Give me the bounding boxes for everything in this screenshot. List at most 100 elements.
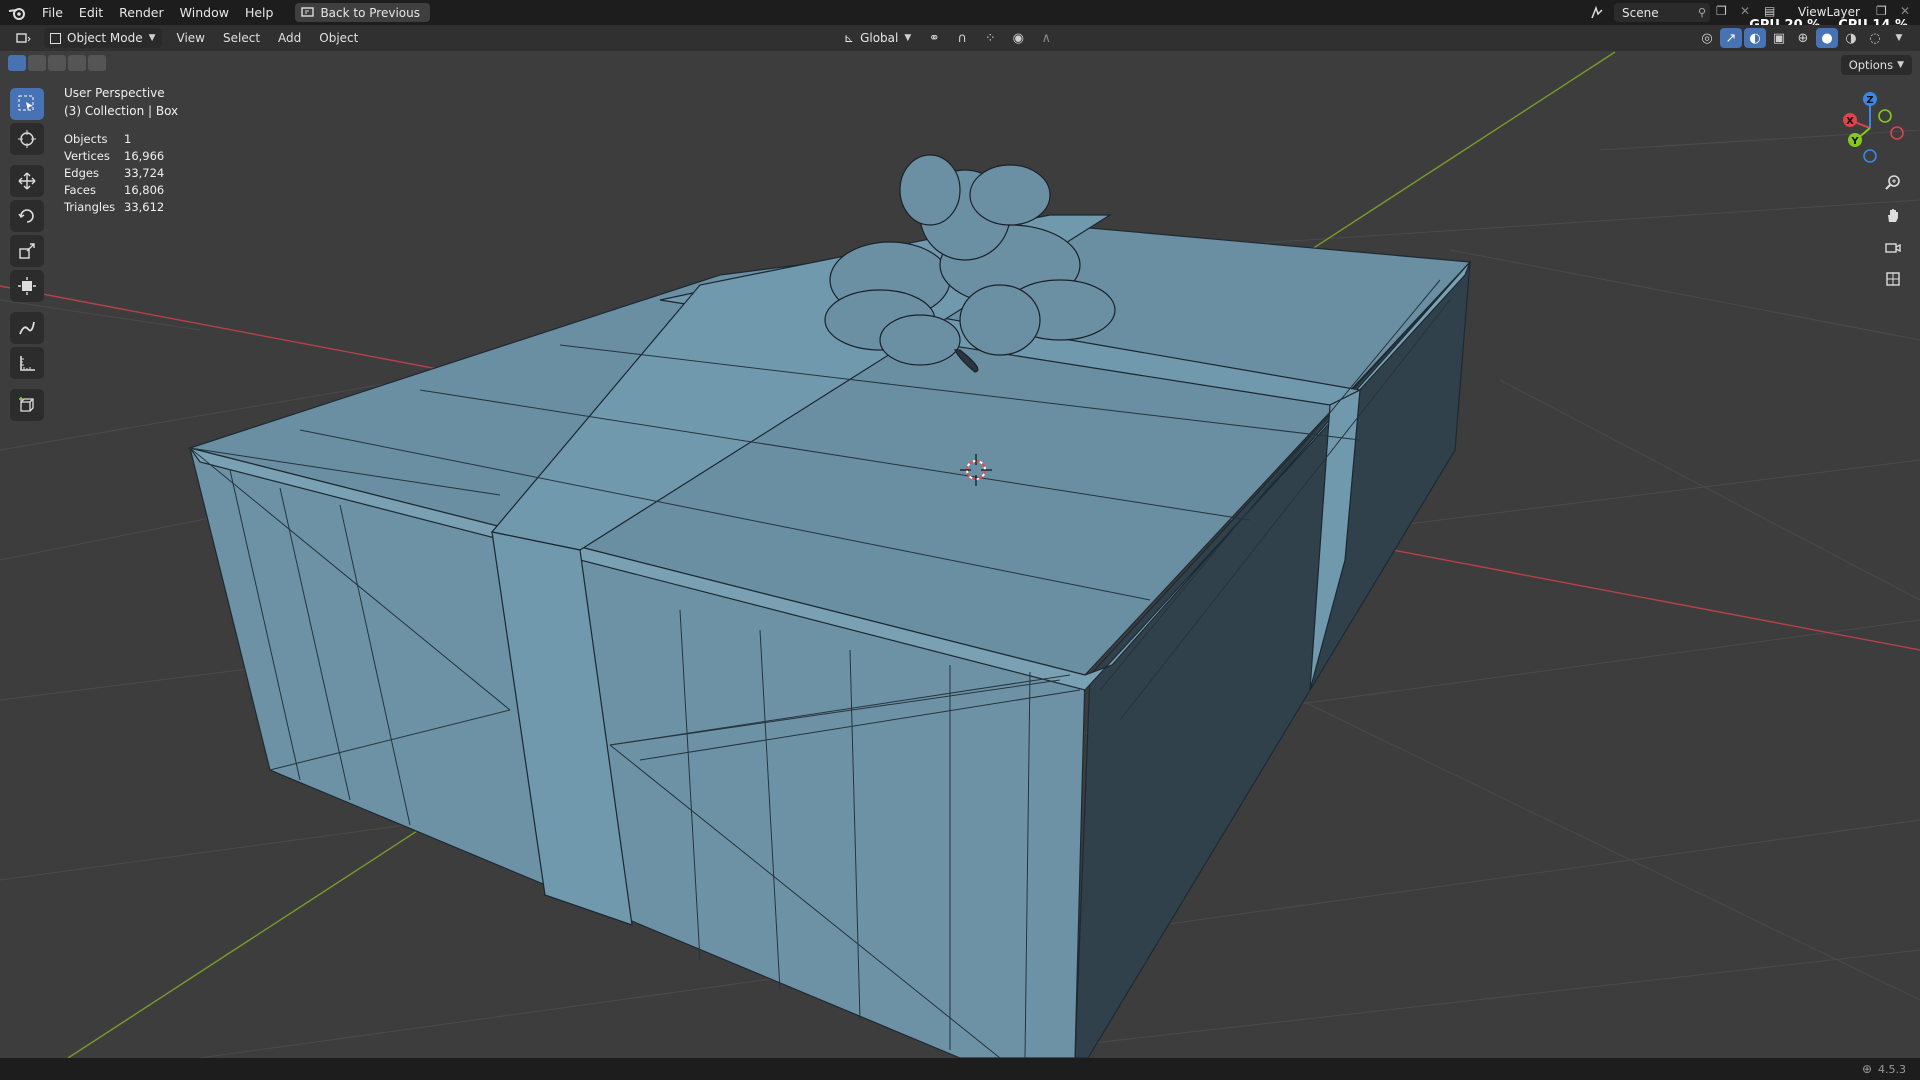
scene-selector[interactable]: Scene ⚲ (1614, 3, 1710, 22)
top-menu-bar: File Edit Render Window Help Back to Pre… (0, 0, 1920, 25)
status-bar: ⊕ 4.5.3 (0, 1058, 1920, 1080)
stat-row-faces: Faces 16,806 (64, 183, 164, 200)
gizmo-y-label: Y (1850, 136, 1859, 147)
stat-value: 1 (124, 132, 132, 146)
add-cube-icon (19, 397, 34, 412)
shading-rendered-icon[interactable]: ◌ (1864, 28, 1886, 48)
viewlayer-icon[interactable]: ▤ (1764, 4, 1775, 18)
select-extend-icon[interactable] (28, 55, 46, 71)
cursor-icon (18, 130, 36, 148)
transform-orientation-label: Global (860, 31, 899, 45)
remove-scene-icon[interactable]: ✕ (1740, 4, 1750, 18)
shading-wireframe-icon[interactable]: ⊕ (1792, 28, 1814, 48)
pivot-point-icon[interactable]: ⚭ (923, 28, 945, 48)
mode-selector[interactable]: Object Mode ▼ (44, 28, 162, 48)
chevron-down-icon: ▼ (904, 33, 912, 43)
shading-solid-icon[interactable]: ● (1816, 28, 1838, 48)
stat-value: 16,806 (124, 183, 165, 197)
gizmo-neg-y-icon (1878, 109, 1892, 123)
gizmo-neg-z-icon (1863, 149, 1877, 163)
move-tool[interactable] (10, 165, 44, 197)
screen-icon (301, 7, 315, 17)
measure-icon (20, 356, 35, 371)
zoom-icon[interactable] (1880, 170, 1906, 196)
ribbon-bow (824, 154, 1116, 373)
stat-label: Faces (64, 183, 96, 197)
stat-label: Objects (64, 132, 108, 146)
active-collection-label: (3) Collection | Box (64, 104, 179, 118)
select-subtract-icon[interactable] (48, 55, 66, 71)
move-icon (18, 172, 36, 190)
visibility-eye-icon[interactable]: ◎ (1696, 28, 1718, 48)
viewport-header: Object Mode ▼ View Select Add Object ⊾ G… (0, 25, 1920, 51)
cursor-tool[interactable] (10, 123, 44, 155)
back-to-previous-button[interactable]: Back to Previous (295, 3, 430, 22)
add-cube-tool[interactable] (10, 389, 44, 421)
pan-hand-icon[interactable] (1880, 202, 1906, 228)
xray-toggle-icon[interactable]: ▣ (1768, 28, 1790, 48)
rotate-icon (18, 209, 34, 223)
stat-label: Edges (64, 166, 99, 180)
editor-type-icon[interactable] (10, 28, 38, 48)
camera-view-icon[interactable] (1880, 234, 1906, 260)
navigation-buttons (1880, 170, 1906, 292)
stat-value: 33,724 (124, 166, 165, 180)
menu-help[interactable]: Help (237, 0, 282, 25)
scale-icon (19, 243, 35, 259)
scene-statistics: Objects 1 Vertices 16,966 Edges 33,724 Face… (64, 132, 164, 217)
snap-target-icon[interactable]: ⁘ (979, 28, 1001, 48)
orientation-axes-icon: ⊾ (844, 31, 855, 45)
menu-view[interactable]: View (168, 31, 214, 45)
snap-magnet-icon[interactable]: ∩ (951, 28, 973, 48)
new-scene-icon[interactable]: ❐ (1716, 4, 1727, 18)
transform-icon (18, 277, 36, 295)
select-box-tool[interactable] (10, 88, 44, 120)
new-viewlayer-icon[interactable]: ❐ (1876, 4, 1887, 18)
scale-tool[interactable] (10, 235, 44, 267)
stat-label: Vertices (64, 149, 110, 163)
measure-tool[interactable] (10, 347, 44, 379)
select-invert-icon[interactable] (68, 55, 86, 71)
shading-options-chevron-icon[interactable]: ▼ (1888, 28, 1910, 48)
stat-row-edges: Edges 33,724 (64, 166, 164, 183)
select-box-icon (18, 95, 34, 111)
tool-shelf (8, 88, 46, 421)
options-dropdown[interactable]: Options ▼ (1840, 55, 1912, 75)
stat-row-vertices: Vertices 16,966 (64, 149, 164, 166)
proportional-editing-icon[interactable]: ◉ (1007, 28, 1029, 48)
shading-material-icon[interactable]: ◑ (1840, 28, 1862, 48)
blender-logo-icon[interactable] (0, 6, 34, 20)
navigation-gizmo[interactable]: Z X Y (1830, 88, 1910, 171)
3d-viewport[interactable]: Options ▼ (0, 51, 1920, 1058)
viewlayer-name[interactable]: ViewLayer (1798, 5, 1860, 19)
perspective-grid-icon[interactable] (1880, 266, 1906, 292)
select-new-icon[interactable] (8, 55, 26, 71)
annotate-tool[interactable] (10, 312, 44, 344)
stat-row-objects: Objects 1 (64, 132, 164, 149)
transform-orientation-selector[interactable]: ⊾ Global ▼ (838, 28, 917, 48)
gizmo-toggle-icon[interactable]: ↗ (1720, 28, 1742, 48)
gizmo-neg-x-icon (1890, 126, 1904, 140)
transform-tool[interactable] (10, 270, 44, 302)
blender-version: 4.5.3 (1878, 1062, 1906, 1076)
scene-type-icon[interactable] (1586, 4, 1608, 22)
chevron-down-icon: ▼ (1897, 60, 1904, 70)
remove-viewlayer-icon[interactable]: ✕ (1900, 4, 1910, 18)
select-intersect-icon[interactable] (88, 55, 106, 71)
rotate-tool[interactable] (10, 200, 44, 232)
menu-object[interactable]: Object (310, 31, 367, 45)
options-label: Options (1848, 58, 1894, 72)
menu-file[interactable]: File (34, 0, 71, 25)
falloff-curve-icon[interactable]: ∧ (1035, 28, 1057, 48)
menu-render[interactable]: Render (111, 0, 172, 25)
pin-icon[interactable]: ⚲ (1698, 6, 1710, 19)
view-perspective-label: User Perspective (64, 86, 165, 100)
menu-add[interactable]: Add (269, 31, 310, 45)
menu-window[interactable]: Window (172, 0, 237, 25)
stat-row-triangles: Triangles 33,612 (64, 200, 164, 217)
overlays-toggle-icon[interactable]: ◐ (1744, 28, 1766, 48)
menu-edit[interactable]: Edit (71, 0, 111, 25)
annotate-icon (19, 321, 35, 335)
object-mode-icon (50, 32, 61, 44)
menu-select[interactable]: Select (214, 31, 269, 45)
